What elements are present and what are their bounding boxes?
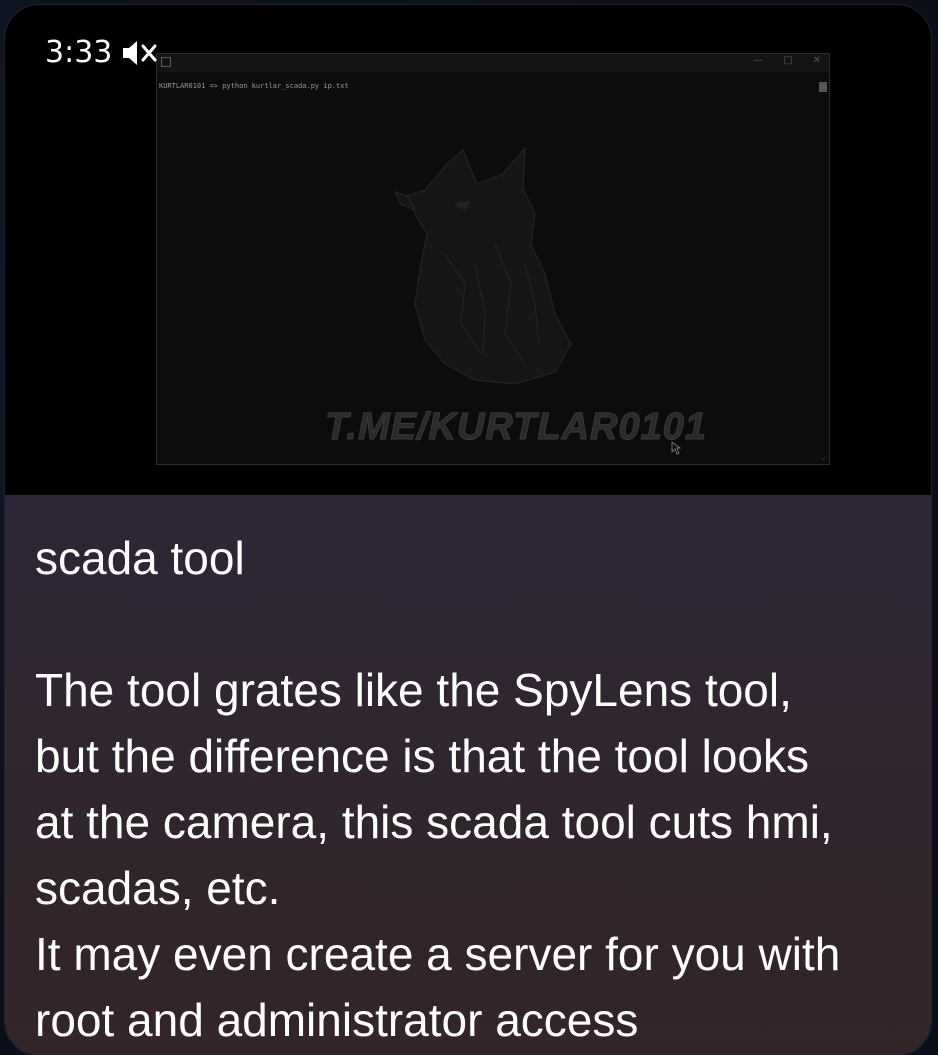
message-line: but the difference is that the tool look… — [35, 730, 809, 782]
wolf-icon — [393, 146, 572, 384]
message-line: The tool grates like the SpyLens tool, — [35, 664, 792, 716]
video-time: 3:33 — [45, 35, 113, 70]
minimize-icon: — — [753, 55, 764, 66]
watermark-text: T.ME/KURTLAR0101 — [325, 406, 707, 449]
terminal-titlebar: — □ ✕ — [157, 54, 829, 72]
terminal-window: — □ ✕ KURTLAR0101 => python kurtlar_scad… — [156, 53, 830, 465]
message-text: scada tool The tool grates like the SpyL… — [35, 525, 915, 1053]
video-player[interactable]: — □ ✕ KURTLAR0101 => python kurtlar_scad… — [5, 5, 931, 495]
video-time-indicator: 3:33 — [45, 35, 160, 70]
mouse-cursor-icon — [671, 441, 681, 455]
terminal-app-icon — [161, 57, 171, 67]
close-icon: ✕ — [812, 55, 821, 66]
message-bubble: — □ ✕ KURTLAR0101 => python kurtlar_scad… — [5, 5, 931, 1055]
message-line: scadas, etc. — [35, 862, 281, 914]
window-controls: — □ ✕ — [753, 55, 821, 66]
message-line: It may even create a server for you with — [35, 928, 841, 980]
message-line: root and administrator access — [35, 994, 639, 1046]
terminal-scrollbar — [819, 82, 827, 92]
maximize-icon: □ — [783, 55, 793, 66]
message-title: scada tool — [35, 532, 245, 584]
terminal-command-line: KURTLAR0101 => python kurtlar_scada.py i… — [159, 82, 349, 90]
message-line: at the camera, this scada tool cuts hmi, — [35, 796, 833, 848]
scroll-down-icon: ⌄ — [820, 453, 827, 462]
speaker-muted-icon[interactable] — [120, 36, 160, 70]
